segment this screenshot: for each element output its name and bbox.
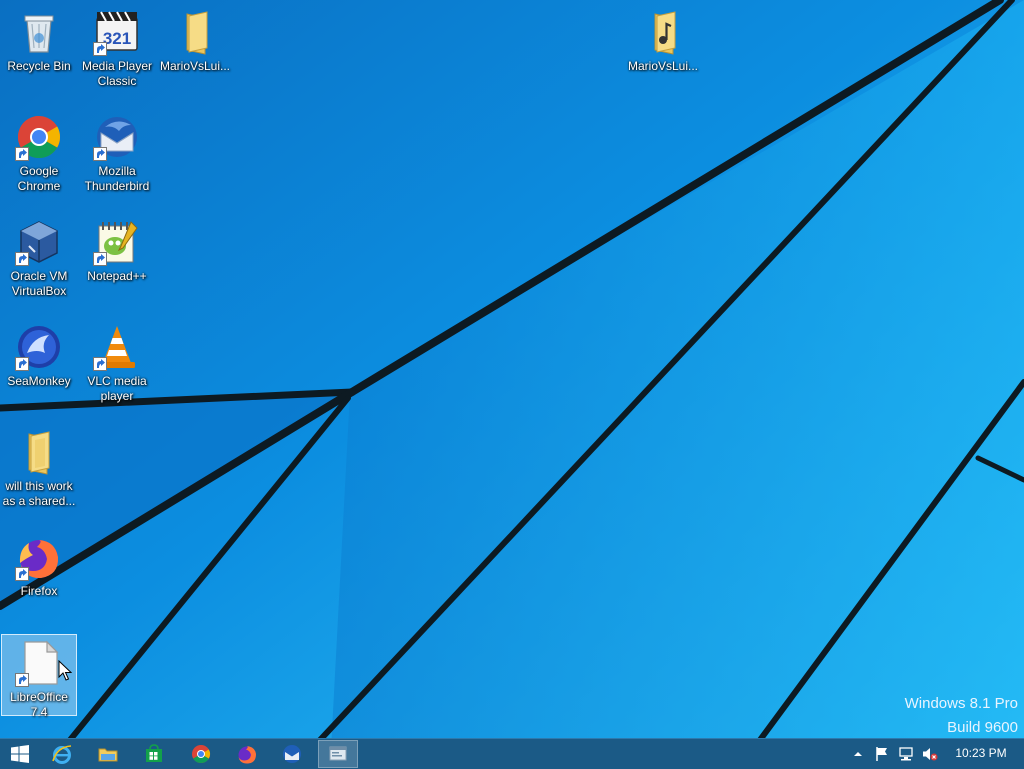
desktop-icon-notepadpp[interactable]: Notepad++	[79, 214, 155, 296]
svg-text:321: 321	[103, 29, 131, 48]
desktop-icon-shared-folder[interactable]: will this work as a shared...	[1, 424, 77, 508]
shortcut-arrow-icon	[15, 252, 29, 266]
shortcut-arrow-icon	[15, 673, 29, 687]
taskbar: 10:23 PM	[0, 738, 1024, 769]
desktop-icon-media-player-classic[interactable]: 321 Media Player Classic	[79, 4, 155, 88]
action-center-button[interactable]	[874, 746, 890, 762]
desktop-icon-label: Mozilla Thunderbird	[84, 164, 150, 193]
desktop-icon-firefox[interactable]: Firefox	[1, 529, 77, 611]
folder-icon	[28, 431, 50, 475]
shortcut-arrow-icon	[15, 147, 29, 161]
thunderbird-icon	[283, 745, 301, 763]
internet-explorer-button[interactable]	[42, 740, 82, 768]
chrome-icon	[192, 745, 211, 764]
desktop-icon-label: Recycle Bin	[7, 59, 71, 73]
volume-muted-icon	[923, 748, 938, 761]
store-icon	[146, 744, 162, 762]
file-explorer-button[interactable]	[88, 740, 128, 768]
desktop-icon-label: will this work as a shared...	[2, 479, 76, 508]
recycle-bin-icon	[24, 15, 54, 53]
desktop-icon-label: SeaMonkey	[7, 374, 71, 388]
desktop-icon-label: Google Chrome	[17, 164, 61, 193]
desktop-icon-label: Oracle VM VirtualBox	[10, 269, 68, 298]
shortcut-arrow-icon	[93, 147, 107, 161]
desktop-icon-mozilla-thunderbird[interactable]: Mozilla Thunderbird	[79, 109, 155, 193]
taskbar-clock[interactable]: 10:23 PM	[946, 746, 1016, 760]
desktop-icon-label: LibreOffice 7.4	[10, 690, 68, 719]
folder-music-icon	[654, 11, 676, 55]
folder-icon	[186, 11, 208, 55]
thunderbird-button[interactable]	[272, 740, 312, 768]
desktop-icon-oracle-vm-virtualbox[interactable]: Oracle VM VirtualBox	[1, 214, 77, 298]
shortcut-arrow-icon	[15, 567, 29, 581]
internet-explorer-icon	[52, 745, 72, 764]
desktop-icon-vlc-media-player[interactable]: VLC media player	[79, 319, 155, 403]
active-window-button[interactable]	[318, 740, 358, 768]
file-explorer-icon	[98, 748, 118, 762]
watermark-edition: Windows 8.1 Pro	[904, 695, 1018, 712]
desktop-icon-label: Media Player Classic	[81, 59, 153, 88]
windows-logo-icon	[11, 745, 29, 763]
mouse-cursor-icon	[58, 660, 72, 681]
chrome-button[interactable]	[181, 740, 221, 768]
shortcut-arrow-icon	[93, 252, 107, 266]
volume-button[interactable]	[922, 746, 938, 762]
window-icon	[329, 746, 347, 761]
desktop-icon-seamonkey[interactable]: SeaMonkey	[1, 319, 77, 401]
store-button[interactable]	[134, 740, 174, 768]
action-center-flag-icon	[876, 747, 887, 761]
shortcut-arrow-icon	[93, 357, 107, 371]
desktop-icon-label: MarioVsLui...	[627, 59, 699, 73]
desktop-icon-label: VLC media player	[87, 374, 147, 403]
shortcut-arrow-icon	[15, 357, 29, 371]
network-icon	[899, 747, 913, 761]
desktop-icon-recycle-bin[interactable]: Recycle Bin	[1, 4, 77, 86]
desktop-icon-mariovsluigi-folder[interactable]: MarioVsLui...	[157, 4, 233, 86]
desktop-icon-google-chrome[interactable]: Google Chrome	[1, 109, 77, 193]
show-hidden-icons-button[interactable]	[850, 746, 866, 762]
desktop-icon-label: MarioVsLui...	[159, 59, 231, 73]
firefox-button[interactable]	[227, 740, 267, 768]
desktop-icon-label: Firefox	[20, 584, 58, 598]
network-button[interactable]	[898, 746, 914, 762]
watermark-build: Build 9600	[947, 719, 1018, 736]
windows-watermark: Windows 8.1 Pro Build 9600	[905, 692, 1018, 740]
desktop-icon-mariovsluigi-music-folder[interactable]: MarioVsLui...	[625, 4, 701, 86]
start-button[interactable]	[0, 740, 40, 768]
firefox-icon	[238, 746, 256, 764]
shortcut-arrow-icon	[93, 42, 107, 56]
desktop-icon-label: Notepad++	[87, 269, 147, 283]
chevron-up-icon	[854, 752, 862, 756]
